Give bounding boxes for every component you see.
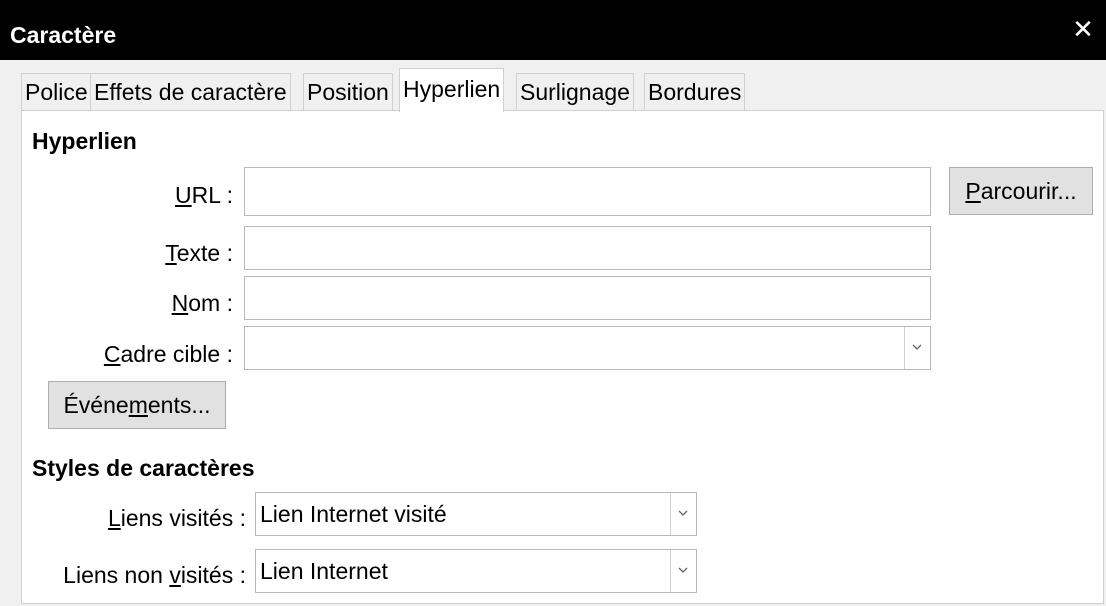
name-label: Nom : bbox=[171, 290, 233, 316]
url-input[interactable] bbox=[244, 167, 931, 216]
chevron-down-icon[interactable] bbox=[670, 493, 696, 535]
target-frame-label: Cadre cible : bbox=[103, 341, 233, 367]
dialog-body: Police Effets de caractère Position Hype… bbox=[0, 60, 1106, 606]
browse-button[interactable]: Parcourir... bbox=[949, 167, 1093, 215]
visited-links-select[interactable]: Lien Internet visité bbox=[255, 492, 697, 536]
unvisited-links-select[interactable]: Lien Internet bbox=[255, 549, 697, 593]
target-frame-combobox[interactable] bbox=[244, 326, 931, 370]
text-label: Texte : bbox=[165, 240, 233, 266]
char-styles-heading: Styles de caractères bbox=[32, 455, 255, 481]
events-button[interactable]: Événements... bbox=[48, 381, 226, 429]
tab-bordures[interactable]: Bordures bbox=[644, 73, 746, 110]
tab-panel-hyperlien: Hyperlien URL : Parcourir... Texte : Nom… bbox=[21, 110, 1104, 604]
tab-position[interactable]: Position bbox=[303, 73, 393, 110]
chevron-down-icon[interactable] bbox=[670, 550, 696, 592]
title-bar: Caractère ✕ bbox=[0, 0, 1106, 60]
text-input[interactable] bbox=[244, 226, 931, 270]
url-label: URL : bbox=[175, 182, 233, 208]
tab-hyperlien[interactable]: Hyperlien bbox=[399, 68, 505, 112]
visited-links-value: Lien Internet visité bbox=[260, 501, 447, 527]
hyperlink-heading: Hyperlien bbox=[32, 128, 137, 154]
name-input[interactable] bbox=[244, 276, 931, 320]
tab-police[interactable]: Police bbox=[21, 73, 92, 110]
chevron-down-icon[interactable] bbox=[904, 327, 930, 369]
visited-links-label: Liens visités : bbox=[107, 505, 246, 531]
close-icon[interactable]: ✕ bbox=[1070, 16, 1096, 42]
tab-surlignage[interactable]: Surlignage bbox=[516, 73, 634, 110]
tab-effets-de-caractere[interactable]: Effets de caractère bbox=[90, 73, 291, 110]
unvisited-links-value: Lien Internet bbox=[260, 558, 388, 584]
window-title: Caractère bbox=[10, 22, 117, 48]
unvisited-links-label: Liens non visités : bbox=[63, 562, 246, 588]
